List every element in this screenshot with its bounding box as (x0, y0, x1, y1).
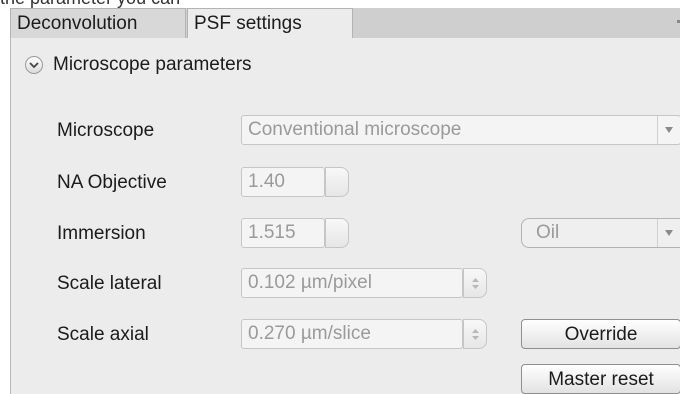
tab-psf-settings[interactable]: PSF settings (187, 8, 353, 39)
immersion-label: Immersion (57, 223, 146, 244)
na-objective-label: NA Objective (57, 172, 167, 193)
scale-axial-label: Scale axial (57, 324, 149, 345)
section-header-microscope-parameters[interactable]: Microscope parameters (25, 52, 252, 78)
override-button[interactable]: Override (521, 319, 680, 349)
spin-arrows-icon (472, 329, 479, 340)
immersion-index-value: 1.515 (248, 222, 296, 243)
spin-arrows-icon (472, 278, 479, 289)
na-objective-input[interactable]: 1.40 (241, 167, 325, 197)
section-title: Microscope parameters (53, 54, 252, 75)
scale-axial-value: 0.270 µm/slice (248, 323, 371, 344)
master-reset-button[interactable]: Master reset (521, 364, 680, 394)
immersion-index-input[interactable]: 1.515 (241, 218, 325, 248)
triangle-down-icon (657, 116, 680, 144)
scale-lateral-value: 0.102 µm/pixel (248, 272, 372, 293)
na-objective-value: 1.40 (248, 171, 285, 192)
immersion-medium-select[interactable]: Oil (521, 218, 680, 248)
microscope-select[interactable]: Conventional microscope (241, 115, 680, 145)
triangle-down-icon (657, 219, 680, 247)
immersion-index-spinner[interactable] (325, 218, 349, 248)
chevron-down-icon (25, 56, 43, 74)
caption-fragment: the parameter you can (0, 0, 680, 8)
microscope-value: Conventional microscope (248, 119, 462, 140)
scale-axial-input[interactable]: 0.270 µm/slice (241, 319, 463, 349)
tab-deconvolution[interactable]: Deconvolution (10, 8, 186, 38)
scale-axial-spinner[interactable] (463, 319, 487, 349)
scale-lateral-label: Scale lateral (57, 273, 162, 294)
tab-bar: Deconvolution PSF settings (10, 8, 680, 39)
scale-lateral-input[interactable]: 0.102 µm/pixel (241, 268, 463, 298)
psf-settings-panel: Microscope parameters Microscope Convent… (10, 38, 680, 394)
immersion-medium-value: Oil (536, 222, 560, 243)
microscope-label: Microscope (57, 120, 155, 141)
na-objective-spinner[interactable] (325, 167, 349, 197)
scale-lateral-spinner[interactable] (463, 268, 487, 298)
